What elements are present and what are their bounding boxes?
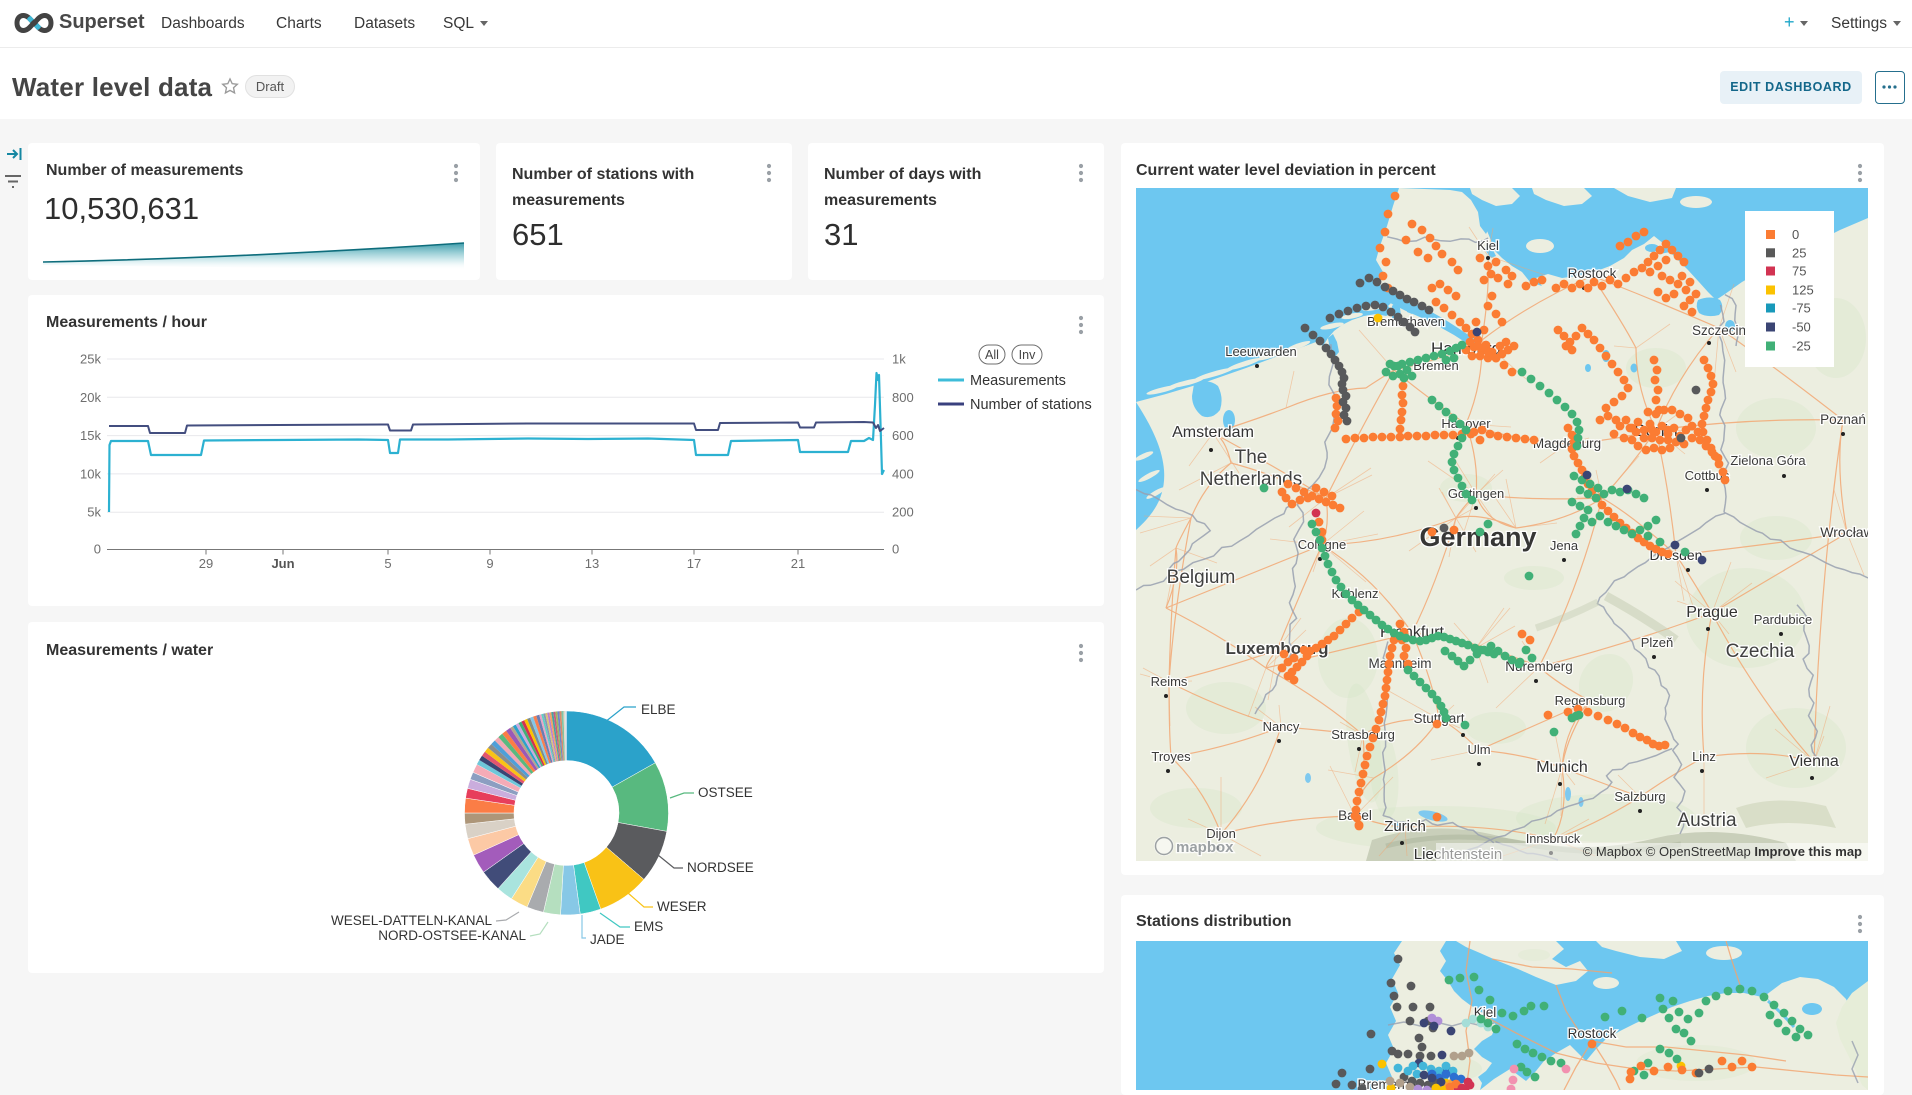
svg-text:mapbox: mapbox xyxy=(1176,839,1234,856)
svg-text:5: 5 xyxy=(384,556,391,571)
svg-text:15k: 15k xyxy=(80,428,101,443)
svg-text:NORD-OSTSEE-KANAL: NORD-OSTSEE-KANAL xyxy=(378,928,526,943)
svg-text:Strasbourg: Strasbourg xyxy=(1331,727,1395,742)
svg-text:10k: 10k xyxy=(80,466,101,481)
svg-text:200: 200 xyxy=(892,505,914,520)
svg-text:Nancy: Nancy xyxy=(1263,719,1300,734)
svg-text:29: 29 xyxy=(199,556,213,571)
svg-text:Plzeň: Plzeň xyxy=(1641,635,1674,650)
svg-text:OSTSEE: OSTSEE xyxy=(698,785,753,800)
svg-text:All: All xyxy=(985,348,999,362)
svg-text:17: 17 xyxy=(687,556,701,571)
svg-text:Number of stations: Number of stations xyxy=(970,397,1092,413)
svg-text:Linz: Linz xyxy=(1692,749,1716,764)
svg-text:© Mapbox © OpenStreetMap Impro: © Mapbox © OpenStreetMap Improve this ma… xyxy=(1583,844,1862,859)
svg-text:Leeuwarden: Leeuwarden xyxy=(1225,344,1297,359)
svg-text:13: 13 xyxy=(585,556,599,571)
svg-text:Zielona Góra: Zielona Góra xyxy=(1730,453,1806,468)
svg-text:EMS: EMS xyxy=(634,919,663,934)
svg-text:Amsterdam: Amsterdam xyxy=(1172,424,1254,441)
svg-text:21: 21 xyxy=(791,556,805,571)
svg-text:JADE: JADE xyxy=(590,932,625,947)
svg-text:-75: -75 xyxy=(1792,301,1811,316)
svg-text:125: 125 xyxy=(1792,283,1814,298)
svg-text:-50: -50 xyxy=(1792,320,1811,335)
svg-text:600: 600 xyxy=(892,428,914,443)
svg-text:NORDSEE: NORDSEE xyxy=(687,860,754,875)
svg-text:0: 0 xyxy=(94,542,101,557)
svg-text:Belgium: Belgium xyxy=(1167,567,1236,588)
svg-text:25: 25 xyxy=(1792,245,1806,260)
svg-text:Rostock: Rostock xyxy=(1568,1026,1617,1041)
svg-text:Szczecin: Szczecin xyxy=(1692,323,1746,338)
svg-text:Inv: Inv xyxy=(1019,348,1036,362)
svg-text:The: The xyxy=(1235,447,1268,468)
svg-text:-25: -25 xyxy=(1792,339,1811,354)
svg-text:WESEL-DATTELN-KANAL: WESEL-DATTELN-KANAL xyxy=(331,913,493,928)
svg-text:Poznań: Poznań xyxy=(1820,412,1866,427)
svg-text:0: 0 xyxy=(892,542,899,557)
svg-text:Czechia: Czechia xyxy=(1726,641,1795,662)
svg-text:1k: 1k xyxy=(892,352,906,367)
svg-text:Measurements: Measurements xyxy=(970,373,1066,389)
svg-text:ELBE: ELBE xyxy=(641,702,676,717)
svg-text:Pardubice: Pardubice xyxy=(1754,612,1813,627)
svg-text:Regensburg: Regensburg xyxy=(1555,693,1626,708)
svg-text:Magdeburg: Magdeburg xyxy=(1533,436,1601,451)
svg-text:Reims: Reims xyxy=(1151,674,1188,689)
svg-text:5k: 5k xyxy=(87,505,101,520)
svg-text:Vienna: Vienna xyxy=(1789,753,1839,770)
svg-text:Jena: Jena xyxy=(1550,538,1579,553)
svg-text:Zurich: Zurich xyxy=(1384,818,1426,835)
svg-text:800: 800 xyxy=(892,390,914,405)
svg-text:0: 0 xyxy=(1792,227,1799,242)
svg-text:25k: 25k xyxy=(80,352,101,367)
svg-text:Salzburg: Salzburg xyxy=(1614,789,1665,804)
svg-text:Kiel: Kiel xyxy=(1477,238,1499,253)
svg-text:Prague: Prague xyxy=(1686,604,1738,621)
svg-text:Munich: Munich xyxy=(1536,759,1588,776)
svg-text:20k: 20k xyxy=(80,390,101,405)
svg-text:Germany: Germany xyxy=(1419,522,1536,552)
svg-text:Jun: Jun xyxy=(271,556,294,571)
svg-text:Troyes: Troyes xyxy=(1151,749,1191,764)
svg-text:Ulm: Ulm xyxy=(1467,742,1490,757)
svg-text:9: 9 xyxy=(486,556,493,571)
svg-text:WESER: WESER xyxy=(657,899,707,914)
svg-text:400: 400 xyxy=(892,466,914,481)
svg-text:75: 75 xyxy=(1792,264,1806,279)
svg-text:Austria: Austria xyxy=(1677,810,1737,831)
svg-text:Mannheim: Mannheim xyxy=(1368,656,1431,671)
svg-text:Wrocław: Wrocław xyxy=(1820,524,1868,540)
